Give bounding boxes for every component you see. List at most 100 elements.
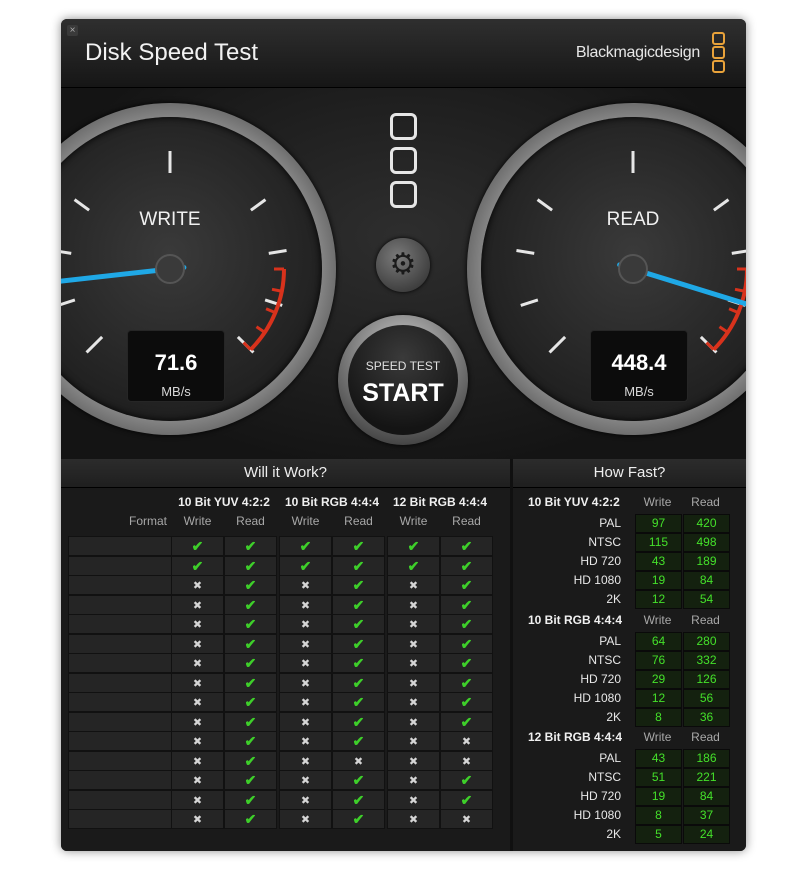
- will-it-work-panel: Will it Work? 10 Bit YUV 4:2:2 10 Bit RGB…: [61, 459, 510, 851]
- read-fps-value: 37: [683, 806, 730, 825]
- check-icon: ✔: [224, 692, 277, 712]
- supported-mark: ✔: [352, 616, 365, 632]
- read-column-header: Read: [344, 514, 373, 528]
- check-icon: ✔: [332, 672, 385, 693]
- how-fast-row-label: HD 720: [580, 789, 621, 803]
- blackmagic-logo-icon: [712, 32, 725, 74]
- unsupported-mark: ✖: [192, 814, 203, 826]
- table-row: [68, 653, 174, 673]
- write-fps-value: 115: [635, 533, 682, 552]
- write-fps-value: 43: [635, 552, 682, 571]
- read-gauge-label: READ: [606, 209, 660, 230]
- write-needle-hub: [155, 254, 185, 284]
- table-row: [68, 672, 174, 693]
- read-needle-hub: [618, 254, 648, 284]
- write-dial-tick: [61, 250, 72, 255]
- table-row: [68, 575, 174, 595]
- unsupported-mark: ✖: [300, 638, 311, 651]
- cross-icon: ✖: [279, 692, 332, 712]
- supported-mark: ✔: [460, 655, 473, 671]
- cross-icon: ✖: [440, 809, 493, 829]
- how-fast-row-label: PAL: [599, 634, 621, 648]
- write-fps-value: 8: [635, 806, 682, 825]
- read-fps-value: 186: [683, 749, 730, 768]
- unsupported-mark: ✖: [461, 814, 472, 826]
- unsupported-mark: ✖: [408, 619, 419, 631]
- settings-button[interactable]: ⚙: [376, 238, 430, 292]
- gear-icon: ⚙: [389, 248, 417, 281]
- check-icon: ✔: [332, 614, 385, 634]
- supported-mark: ✔: [352, 557, 365, 574]
- check-icon: ✔: [332, 575, 385, 595]
- read-fps-value: 84: [683, 787, 730, 806]
- unsupported-mark: ✖: [192, 775, 203, 787]
- write-fps-value: 5: [635, 825, 682, 844]
- supported-mark: ✔: [460, 557, 473, 574]
- check-icon: ✔: [224, 770, 277, 790]
- unsupported-mark: ✖: [300, 658, 311, 670]
- how-fast-row-label: NTSC: [588, 653, 621, 667]
- cross-icon: ✖: [440, 731, 493, 751]
- cross-icon: ✖: [279, 575, 332, 595]
- title-bar: × Disk Speed Test Blackmagicdesign: [61, 19, 746, 88]
- cross-icon: ✖: [171, 614, 224, 634]
- how-fast-row-label: NTSC: [588, 535, 621, 549]
- format-column-header: Format: [128, 514, 167, 528]
- read-fps-value: 84: [683, 571, 730, 590]
- supported-mark: ✔: [299, 557, 312, 574]
- write-fps-value: 76: [635, 651, 682, 670]
- supported-mark: ✔: [352, 577, 365, 593]
- check-icon: ✔: [224, 575, 277, 595]
- write-column-header: Write: [291, 514, 320, 528]
- start-button-caption: SPEED TEST: [365, 359, 441, 373]
- unsupported-mark: ✖: [408, 677, 419, 690]
- read-fps-value: 24: [683, 825, 730, 844]
- unsupported-mark: ✖: [461, 755, 472, 768]
- check-icon: ✔: [332, 536, 385, 556]
- how-fast-row-label: HD 720: [580, 672, 621, 686]
- write-speed-value: 71.6: [154, 350, 198, 375]
- write-dial-tick: [85, 335, 104, 354]
- read-readout: 448.4 MB/s: [590, 330, 688, 402]
- supported-mark: ✔: [460, 674, 473, 691]
- read-dial-tick: [516, 249, 535, 255]
- read-fps-value: 280: [683, 632, 730, 651]
- write-column-header: Write: [183, 514, 212, 528]
- how-fast-row-label: 2K: [606, 592, 621, 606]
- table-row: [68, 594, 174, 615]
- supported-mark: ✔: [352, 791, 365, 808]
- close-icon[interactable]: ×: [67, 25, 78, 36]
- supported-mark: ✔: [460, 596, 473, 613]
- unsupported-mark: ✖: [408, 814, 419, 826]
- cross-icon: ✖: [171, 789, 224, 810]
- will-it-work-title: Will it Work?: [61, 459, 510, 488]
- read-dial-tick: [520, 298, 539, 307]
- supported-mark: ✔: [352, 694, 365, 710]
- supported-mark: ✔: [407, 557, 420, 574]
- supported-mark: ✔: [352, 635, 365, 652]
- supported-mark: ✔: [352, 733, 365, 749]
- supported-mark: ✔: [244, 811, 257, 827]
- how-fast-panel: How Fast? 10 Bit YUV 4:2:2 Write Read PAL 97…: [513, 459, 746, 851]
- read-fps-value: 420: [683, 514, 730, 533]
- supported-mark: ✔: [407, 538, 420, 554]
- start-button[interactable]: SPEED TEST START: [338, 315, 468, 445]
- cross-icon: ✖: [387, 653, 440, 673]
- table-row: [68, 711, 174, 732]
- supported-mark: ✔: [244, 596, 257, 613]
- write-column-header: Write: [643, 613, 672, 627]
- supported-mark: ✔: [244, 538, 257, 554]
- write-fps-value: 43: [635, 749, 682, 768]
- check-icon: ✔: [440, 770, 493, 790]
- supported-mark: ✔: [352, 596, 365, 613]
- write-fps-value: 29: [635, 670, 682, 689]
- check-icon: ✔: [332, 653, 385, 673]
- supported-mark: ✔: [244, 694, 257, 710]
- unsupported-mark: ✖: [300, 599, 311, 612]
- unsupported-mark: ✖: [192, 697, 203, 709]
- supported-mark: ✔: [244, 635, 257, 652]
- write-dial-tick: [268, 249, 287, 255]
- brand-name: Blackmagicdesign: [575, 44, 700, 61]
- write-fps-value: 12: [635, 689, 682, 708]
- unsupported-mark: ✖: [408, 716, 419, 729]
